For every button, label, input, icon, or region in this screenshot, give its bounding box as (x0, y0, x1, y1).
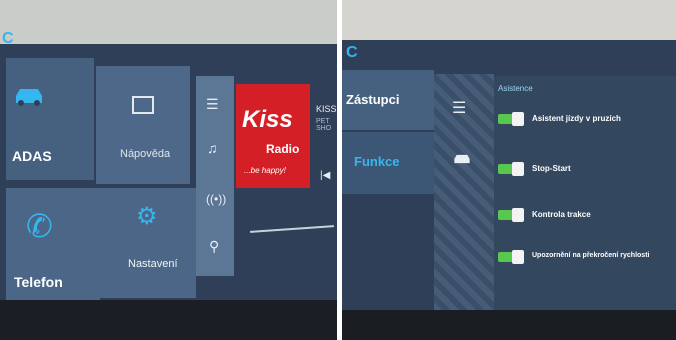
tile-telefon-label: Telefon (14, 274, 63, 290)
radio-slogan: ...be happy! (244, 166, 286, 175)
radio-logo-sub: Radio (266, 142, 300, 156)
toggle-label: Stop-Start (532, 164, 571, 173)
tile-napoveda[interactable]: Nápověda (96, 66, 190, 184)
station-subtitle: PET SHO (316, 118, 332, 132)
book-icon (132, 96, 154, 114)
right-photo: C Zástupci Funkce ☰ Asistence Asistent j… (342, 0, 676, 340)
toggle-row-traction[interactable]: Kontrola trakce (498, 204, 668, 230)
section-title: Asistence (498, 84, 533, 93)
toggle-label: Upozornění na překročení rychlosti (532, 252, 650, 259)
toggle-knob (512, 250, 524, 264)
toggle-knob (512, 112, 524, 126)
toggle-row-stop-start[interactable]: Stop-Start (498, 158, 668, 184)
skip-back-icon[interactable]: |◀ (320, 170, 330, 181)
toggle-row-lane-assist[interactable]: Asistent jízdy v pruzích (498, 108, 668, 134)
music-icon[interactable]: ♫ (207, 140, 218, 156)
radio-cover: Kiss Radio ...be happy! (236, 84, 310, 188)
menu-icon[interactable]: ☰ (452, 98, 466, 118)
tile-adas-label: ADAS (12, 148, 52, 164)
bezel-bottom-right (342, 310, 676, 340)
bezel-bottom-left (0, 300, 337, 340)
radio-logo-text: Kiss (242, 106, 293, 133)
menu-item-funkce[interactable]: Funkce (342, 132, 434, 194)
tile-telefon[interactable]: ✆ Telefon (6, 188, 100, 300)
radio-signal-icon[interactable]: ((•)) (206, 192, 226, 206)
menu-icon[interactable]: ☰ (206, 96, 219, 113)
menu-item-funkce-label: Funkce (354, 154, 400, 169)
toggle-label: Kontrola trakce (532, 210, 591, 219)
car-icon (12, 86, 46, 106)
tile-adas[interactable]: ADAS (6, 58, 94, 180)
c-logo-icon: C (346, 44, 358, 61)
toggle-label: Asistent jízdy v pruzích (532, 114, 621, 123)
tile-nastaveni[interactable]: ⚙ Nastavení (100, 188, 196, 298)
search-icon[interactable]: ⚲ (209, 238, 219, 255)
toggle-knob (512, 208, 524, 222)
left-photo: C ADAS Nápověda ✆ Telefon ⚙ Nastavení ☰ … (0, 0, 337, 340)
tile-napoveda-label: Nápověda (120, 148, 171, 160)
phone-icon: ✆ (26, 208, 53, 244)
car-icon[interactable] (452, 152, 472, 168)
c-logo-icon: C (2, 30, 14, 47)
side-toolbar: ☰ ♫ ((•)) ⚲ (196, 76, 234, 276)
menu-item-zastupci[interactable]: Zástupci (342, 70, 434, 130)
station-name: KISS (316, 104, 337, 114)
tile-nastaveni-label: Nastavení (128, 258, 178, 270)
toggle-row-speed-warning[interactable]: Upozornění na překročení rychlosti (498, 246, 674, 272)
toggle-knob (512, 162, 524, 176)
gear-icon: ⚙ (136, 203, 158, 230)
menu-item-zastupci-label: Zástupci (346, 92, 400, 107)
